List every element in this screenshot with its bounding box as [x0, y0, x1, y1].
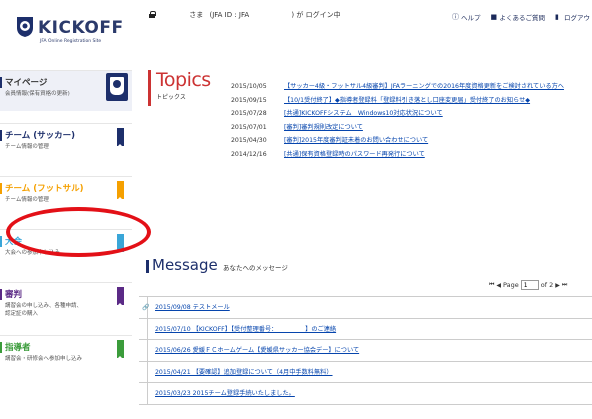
sidebar-item-referee[interactable]: 審判 講習会の申し込み、各種申請、 認定証の購入 [0, 282, 132, 323]
message-row: 2015/07/10 【KICKOFF】【受付整理番号： 】のご連絡 [139, 318, 592, 341]
login-suffix: ) が ログイン中 [291, 11, 341, 19]
topic-date: 2015/07/01 [231, 123, 267, 131]
sidebar-accent-bar [0, 236, 2, 247]
topic-item: 2015/04/30 [審判]2015年度審判証未着のお問い合わせについて [231, 134, 591, 148]
sidebar-accent-bar [0, 289, 2, 300]
topic-date: 2015/04/30 [231, 137, 267, 145]
sidebar-accent-bar [0, 130, 2, 141]
faq-icon: ■ [490, 12, 498, 21]
login-name-label: さま [189, 11, 204, 19]
highlight-ring [6, 207, 151, 257]
attachment-cell [140, 340, 148, 361]
page-of-label: of 2 [540, 281, 554, 289]
sidebar-accent-bar [0, 183, 2, 194]
sidebar-item-desc: チーム情報の管理 [5, 197, 49, 203]
page-label: Page [503, 281, 519, 289]
prev-page-button[interactable]: ◀ [496, 282, 501, 289]
sidebar-item-title: チーム (フットサル) [5, 184, 84, 194]
message-link[interactable]: 2015/07/10 【KICKOFF】【受付整理番号： 】のご連絡 [155, 319, 336, 341]
attachment-cell [140, 361, 148, 383]
message-table: 🔗 2015/09/08 テストメール 2015/07/10 【KICKOFF】… [139, 296, 592, 405]
message-row: 🔗 2015/09/08 テストメール [139, 297, 592, 319]
header: KICKOFF JFA Online Registration Site さま … [0, 0, 592, 58]
bookmark-icon [117, 287, 124, 306]
message-title: Message [152, 256, 218, 274]
message-link[interactable]: 2015/04/21 【要確認】追加登録について（4月中手数料無料） [155, 362, 333, 384]
sidebar-item-desc: 会員情報(保有資格の更新) [5, 91, 70, 97]
message-row: 2015/06/26 愛媛ＦＣホームゲーム【愛媛県サッカー協会デー】について [139, 340, 592, 362]
topic-date: 2014/12/16 [231, 150, 267, 158]
attachment-cell: 🔗 [140, 297, 150, 318]
sidebar-item-coach[interactable]: 指導者 講習会・研修会へ参加申し込み [0, 335, 132, 376]
help-icon: ⓘ [452, 12, 459, 21]
help-link[interactable]: ⓘ ヘルプ [452, 12, 481, 22]
lock-icon [149, 11, 156, 18]
help-label: ヘルプ [461, 14, 481, 22]
topics-subtitle: トピックス [156, 94, 186, 101]
topic-item: 2015/09/15 【10/1受付終了】◆指導者登録料「登録料引き落とし口座変… [231, 94, 591, 108]
topic-date: 2015/09/15 [231, 96, 267, 104]
topic-item: 2015/10/05 【サッカー4級・フットサル4級審判】JFAラーニングでの2… [231, 80, 591, 94]
bookmark-icon [117, 128, 124, 147]
sidebar-item-title: チーム (サッカー) [5, 131, 75, 141]
sidebar-item-desc: チーム情報の管理 [5, 144, 49, 150]
topics-accent-bar [148, 70, 151, 106]
paperclip-icon: 🔗 [142, 304, 150, 311]
last-page-button[interactable]: ⏭ [562, 281, 567, 289]
sidebar-item-desc: 講習会の申し込み、各種申請、 認定証の購入 [5, 303, 83, 317]
topic-link[interactable]: 【サッカー4級・フットサル4級審判】JFAラーニングでの2016年度資格更新をご… [284, 80, 584, 94]
message-pager: ⏮ ◀ Page of 2 ▶ ⏭ [489, 280, 567, 290]
message-row: 2015/03/23 2015チーム登録手続いたしました。 [139, 383, 592, 405]
logo-subtitle: JFA Online Registration Site [40, 39, 102, 44]
attachment-cell [140, 318, 148, 340]
faq-link[interactable]: ■ よくあるご質問 [491, 12, 546, 22]
sidebar-accent-bar [0, 77, 2, 88]
message-link[interactable]: 2015/03/23 2015チーム登録手続いたしました。 [155, 383, 295, 405]
bookmark-icon [117, 181, 124, 200]
topics-list: 2015/10/05 【サッカー4級・フットサル4級審判】JFAラーニングでの2… [231, 80, 591, 162]
login-jfa-id: (JFA ID : JFA [209, 11, 250, 19]
page-number-input[interactable] [520, 280, 539, 290]
topic-item: 2015/07/28 [共通]KICKOFFシステム Windows10対応状況… [231, 107, 591, 121]
sidebar-item-mypage[interactable]: マイページ 会員情報(保有資格の更新) [0, 70, 132, 111]
next-page-button[interactable]: ▶ [555, 282, 560, 289]
topic-link[interactable]: [共通]保有資格登録時のパスワード再発行について [284, 148, 425, 162]
jfa-shield-icon [17, 17, 33, 37]
message-link[interactable]: 2015/09/08 テストメール [155, 297, 230, 319]
bookmark-icon [117, 340, 124, 359]
sidebar-item-title: 審判 [5, 290, 23, 300]
message-subtitle: あなたへのメッセージ [223, 264, 288, 272]
sidebar-item-title: 指導者 [5, 343, 31, 353]
kickoff-logo[interactable]: KICKOFF JFA Online Registration Site [14, 14, 144, 48]
topic-item: 2014/12/16 [共通]保有資格登録時のパスワード再発行について [231, 148, 591, 162]
jfa-emblem-icon [106, 73, 128, 101]
topics-title: Topics [156, 69, 211, 91]
topic-link[interactable]: [審判]2015年度審判証未着のお問い合わせについて [284, 134, 428, 148]
topic-item: 2015/07/01 [審判]審判規則改定について [231, 121, 591, 135]
topic-link[interactable]: 【10/1受付終了】◆指導者登録料「登録料引き落とし口座変更届」受付終了のお知ら… [284, 94, 530, 108]
logout-icon: ▮ [555, 12, 559, 21]
sidebar-accent-bar [0, 342, 2, 353]
login-status: さま (JFA ID : JFA ) が ログイン中 [149, 10, 341, 20]
sidebar-item-title: マイページ [5, 78, 48, 88]
faq-label: よくあるご質問 [499, 14, 546, 22]
message-link[interactable]: 2015/06/26 愛媛ＦＣホームゲーム【愛媛県サッカー協会デー】について [155, 340, 359, 362]
top-links: ⓘ ヘルプ ■ よくあるご質問 ▮ ログアウト [452, 12, 592, 22]
first-page-button[interactable]: ⏮ [489, 281, 494, 289]
message-accent-bar [146, 260, 149, 273]
logout-label: ログアウト [564, 14, 592, 22]
topic-link[interactable]: [共通]KICKOFFシステム Windows10対応状況について [284, 107, 443, 121]
topic-link[interactable]: [審判]審判規則改定について [284, 121, 363, 135]
message-row: 2015/04/21 【要確認】追加登録について（4月中手数料無料） [139, 361, 592, 384]
logo-text: KICKOFF [38, 18, 124, 38]
topic-date: 2015/07/28 [231, 110, 267, 118]
topic-date: 2015/10/05 [231, 83, 267, 90]
logout-link[interactable]: ▮ ログアウト [555, 12, 592, 22]
sidebar-item-desc: 講習会・研修会へ参加申し込み [5, 356, 83, 362]
attachment-cell [140, 383, 148, 404]
sidebar-item-team-soccer[interactable]: チーム (サッカー) チーム情報の管理 [0, 123, 132, 164]
